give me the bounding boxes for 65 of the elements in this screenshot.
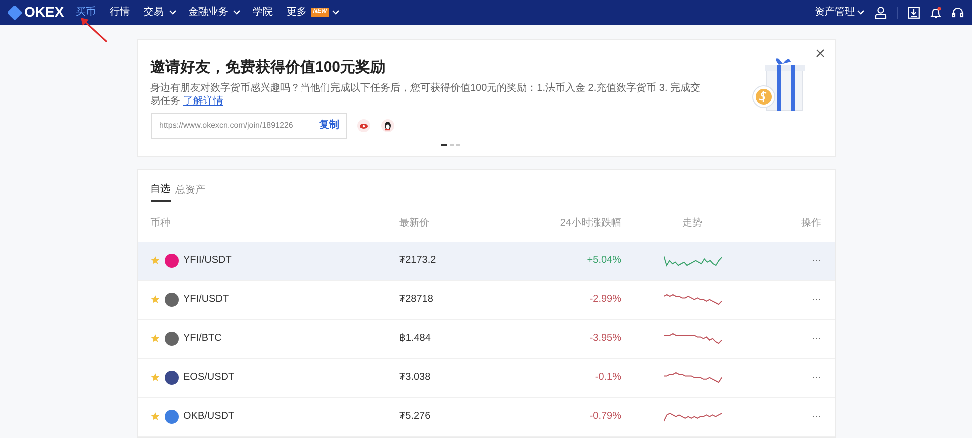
pair-name: EOS/USDT [184, 371, 235, 385]
headset-icon[interactable] [952, 6, 964, 18]
table-row[interactable]: YFI/USDT ₮28718 -2.99% ··· [138, 280, 834, 320]
details-link[interactable]: 了解详情 [183, 96, 224, 106]
annotation-arrow [79, 16, 109, 44]
more-button[interactable]: ··· [812, 410, 822, 424]
star-icon[interactable] [150, 295, 160, 304]
more-button[interactable]: ··· [812, 370, 822, 384]
nav-link[interactable]: 金融业务 [186, 5, 231, 20]
gift-coin-drawing [750, 56, 806, 114]
table-row[interactable]: YFII/USDT ₮2173.2 +5.04% ··· [138, 242, 834, 280]
user-icon[interactable] [875, 6, 887, 18]
pair-name: YFII/USDT [184, 254, 232, 268]
column-header: 操作 [802, 217, 822, 231]
sparkline [664, 294, 722, 306]
more-button[interactable]: ··· [812, 332, 822, 346]
bell-icon[interactable] [930, 6, 942, 18]
star-icon[interactable] [150, 373, 160, 382]
change-text: +5.04% [587, 254, 622, 268]
banner-title: 邀请好友，免费获得价值100元奖励 [150, 58, 387, 78]
change-text: -0.1% [595, 371, 622, 385]
tab[interactable]: 总资产 [176, 182, 206, 202]
logo-icon [8, 6, 22, 20]
column-header: 最新价 [400, 216, 430, 231]
change-text: -0.79% [590, 410, 622, 424]
nav-link[interactable]: 行情 [108, 5, 132, 20]
change-text: -3.95% [590, 332, 622, 346]
sparkline [664, 254, 722, 266]
logo-text: OKEX [24, 3, 64, 22]
banner-description: 身边有朋友对数字货币感兴趣吗？当他们完成以下任务后，您可获得价值100元的奖励：1.法币入金 2.充值数字货币 3. 完成交易任务 了解详情 [150, 82, 702, 108]
price-text: ₮28718 [400, 293, 434, 307]
column-header: 24小时涨跌幅 [560, 216, 622, 231]
star-icon[interactable] [150, 334, 160, 343]
nav-link[interactable]: 交易 [142, 5, 166, 20]
pair-name: OKB/USDT [184, 410, 235, 424]
download-icon[interactable] [908, 6, 920, 18]
more-button[interactable]: ··· [812, 254, 822, 268]
sparkline [664, 372, 722, 384]
tab[interactable]: 自选 [150, 182, 170, 202]
copy-button[interactable]: 复制 [320, 118, 340, 133]
star-icon[interactable] [150, 256, 160, 265]
nav-link[interactable]: 买币 [74, 5, 98, 20]
nav-link[interactable]: 学院 [251, 5, 276, 20]
invite-link-field[interactable]: https://www.okexcn.com/join/1891226 复制 [150, 112, 346, 138]
eye-icon[interactable] [356, 118, 370, 132]
caret-icon [857, 9, 865, 16]
sparkline [664, 332, 722, 344]
asset-menu[interactable]: 资产管理 [813, 5, 857, 20]
pair-name: YFI/USDT [184, 293, 230, 307]
table-row[interactable]: YFI/BTC ฿1.484 -3.95% ··· [138, 320, 834, 358]
sparkline [664, 410, 722, 422]
table-row[interactable]: OKB/USDT ₮5.276 -0.79% ··· [138, 398, 834, 436]
change-text: -2.99% [590, 293, 622, 307]
penguin-icon[interactable] [380, 118, 394, 132]
price-text: ₮5.276 [400, 410, 432, 424]
column-header: 币种 [150, 216, 172, 231]
nav-link[interactable]: 更多 [285, 5, 310, 20]
price-text: ฿1.484 [400, 332, 432, 346]
price-text: ₮2173.2 [400, 254, 438, 268]
more-button[interactable]: ··· [812, 292, 822, 306]
price-text: ₮3.038 [400, 371, 432, 385]
pair-name: YFI/BTC [184, 332, 222, 346]
star-icon[interactable] [150, 412, 160, 421]
column-header: 走势 [682, 216, 702, 231]
table-row[interactable]: EOS/USDT ₮3.038 -0.1% ··· [138, 358, 834, 398]
